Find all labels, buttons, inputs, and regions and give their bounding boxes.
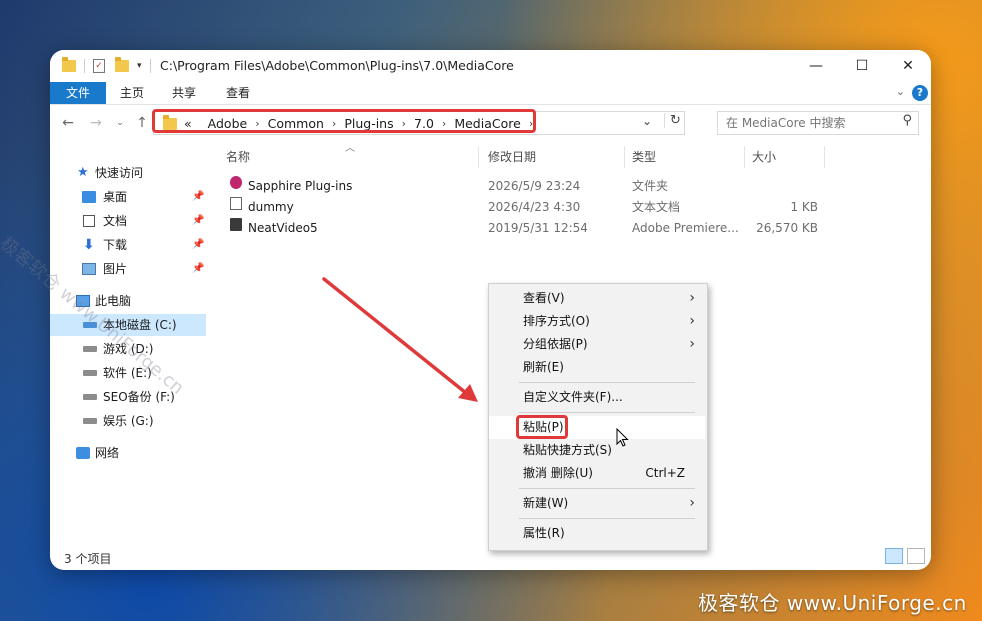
address-dropdown-icon[interactable]: ⌄: [642, 114, 652, 128]
column-header-size[interactable]: 大小: [752, 146, 776, 168]
drive-icon: [83, 370, 97, 376]
pin-icon[interactable]: 📌: [192, 234, 204, 256]
file-date: 2026/5/9 23:24: [488, 179, 581, 193]
sidebar-item-desktop[interactable]: 桌面 📌: [50, 186, 206, 208]
paste-highlight-box: [516, 415, 568, 439]
table-row[interactable]: NeatVideo5 2019/5/31 12:54 Adobe Premier…: [220, 218, 860, 239]
text-file-icon: [230, 197, 242, 210]
details-view-icon[interactable]: [885, 548, 903, 564]
search-box[interactable]: ⚲: [717, 111, 919, 135]
pin-icon[interactable]: 📌: [192, 186, 204, 208]
menu-item-customize-folder[interactable]: 自定义文件夹(F)...: [489, 386, 705, 409]
column-header-date[interactable]: 修改日期: [488, 146, 536, 168]
menu-item-refresh[interactable]: 刷新(E): [489, 356, 705, 379]
back-arrow-icon[interactable]: ←: [58, 113, 78, 133]
pictures-icon: [82, 263, 96, 275]
forward-arrow-icon[interactable]: →: [86, 113, 106, 133]
file-name: dummy: [248, 200, 294, 214]
menu-item-undo-delete[interactable]: 撤消 删除(U) Ctrl+Z: [489, 462, 705, 485]
file-date: 2019/5/31 12:54: [488, 221, 588, 235]
title-bar: ✓ ▾ C:\Program Files\Adobe\Common\Plug-i…: [50, 50, 931, 82]
properties-icon[interactable]: ✓: [93, 59, 105, 73]
file-type: 文件夹: [632, 179, 669, 193]
undo-shortcut: Ctrl+Z: [645, 466, 685, 480]
context-menu: 查看(V) › 排序方式(O) › 分组依据(P) › 刷新(E) 自定义文件夹…: [488, 283, 708, 551]
window-title: C:\Program Files\Adobe\Common\Plug-ins\7…: [160, 58, 514, 73]
status-item-count: 3 个项目: [64, 552, 112, 566]
minimize-button[interactable]: —: [793, 50, 839, 82]
search-icon[interactable]: ⚲: [902, 113, 912, 128]
menu-item-properties[interactable]: 属性(R): [489, 522, 705, 545]
search-input[interactable]: [724, 114, 893, 132]
sidebar-item-quick-access[interactable]: ★ 快速访问: [50, 162, 206, 184]
refresh-icon[interactable]: ↻: [664, 113, 681, 128]
folder-icon: [62, 57, 76, 72]
tab-share[interactable]: 共享: [158, 82, 210, 104]
chevron-right-icon: ›: [689, 336, 695, 352]
tab-home[interactable]: 主页: [106, 82, 158, 104]
network-icon: [76, 447, 90, 459]
file-type: Adobe Premiere...: [632, 221, 739, 235]
pin-icon[interactable]: 📌: [192, 210, 204, 232]
up-arrow-icon[interactable]: ↑: [132, 113, 152, 133]
menu-item-new[interactable]: 新建(W) ›: [489, 492, 705, 515]
file-name: NeatVideo5: [248, 221, 318, 235]
drive-icon: [83, 394, 97, 400]
maximize-button[interactable]: ☐: [839, 50, 885, 82]
sidebar-item-documents[interactable]: 文档 📌: [50, 210, 206, 232]
customize-quick-access-icon[interactable]: ▾: [137, 61, 142, 71]
sapphire-icon: [230, 176, 242, 189]
file-size: 1 KB: [790, 200, 818, 214]
address-highlight-box: [152, 109, 536, 133]
sidebar-item-downloads[interactable]: ⬇ 下载 📌: [50, 234, 206, 256]
column-header-name[interactable]: 名称: [226, 146, 250, 168]
recent-locations-icon[interactable]: ⌄: [110, 113, 130, 133]
desktop-icon: [82, 191, 96, 203]
download-icon: ⬇: [83, 237, 95, 253]
menu-item-paste-shortcut[interactable]: 粘贴快捷方式(S): [489, 439, 705, 462]
sidebar-item-pictures[interactable]: 图片 📌: [50, 258, 206, 280]
close-button[interactable]: ✕: [885, 50, 931, 82]
chevron-right-icon: ›: [689, 495, 695, 511]
navigation-bar: ← → ⌄ ↑ « Adobe › Common › Plug-ins › 7.…: [50, 108, 931, 138]
help-icon[interactable]: ?: [912, 85, 928, 101]
file-type: 文本文档: [632, 200, 681, 214]
table-row[interactable]: Sapphire Plug-ins 2026/5/9 23:24 文件夹: [220, 176, 860, 197]
file-name: Sapphire Plug-ins: [248, 179, 353, 193]
plugin-file-icon: [230, 218, 242, 231]
tab-view[interactable]: 查看: [212, 82, 264, 104]
menu-item-sort[interactable]: 排序方式(O) ›: [489, 310, 705, 333]
chevron-right-icon: ›: [689, 290, 695, 306]
sidebar-item-network[interactable]: 网络: [50, 442, 206, 464]
pin-icon[interactable]: 📌: [192, 258, 204, 280]
expand-ribbon-icon[interactable]: ⌄: [896, 85, 905, 98]
sort-ascending-icon: ︿: [345, 143, 355, 154]
file-size: 26,570 KB: [756, 221, 818, 235]
menu-item-group[interactable]: 分组依据(P) ›: [489, 333, 705, 356]
table-row[interactable]: dummy 2026/4/23 4:30 文本文档 1 KB: [220, 197, 860, 218]
large-icons-view-icon[interactable]: [907, 548, 925, 564]
chevron-right-icon: ›: [689, 313, 695, 329]
drive-icon: [83, 418, 97, 424]
ribbon: 文件 主页 共享 查看 ⌄ ?: [50, 82, 931, 105]
menu-item-view[interactable]: 查看(V) ›: [489, 287, 705, 310]
documents-icon: [83, 215, 95, 227]
sidebar-item-drive-g[interactable]: 娱乐 (G:): [50, 410, 206, 432]
quick-access-toolbar: ✓ ▾: [62, 57, 151, 75]
new-folder-icon[interactable]: [115, 57, 129, 72]
bottom-watermark: 极客软仓 www.UniForge.cn: [698, 591, 967, 615]
column-header-type[interactable]: 类型: [632, 146, 656, 168]
drive-icon: [83, 346, 97, 352]
file-date: 2026/4/23 4:30: [488, 200, 581, 214]
sidebar-item-drive-f[interactable]: SEO备份 (F:): [50, 386, 206, 408]
star-icon: ★: [77, 165, 89, 180]
mouse-cursor-icon: [616, 428, 629, 447]
tab-file[interactable]: 文件: [50, 82, 106, 104]
